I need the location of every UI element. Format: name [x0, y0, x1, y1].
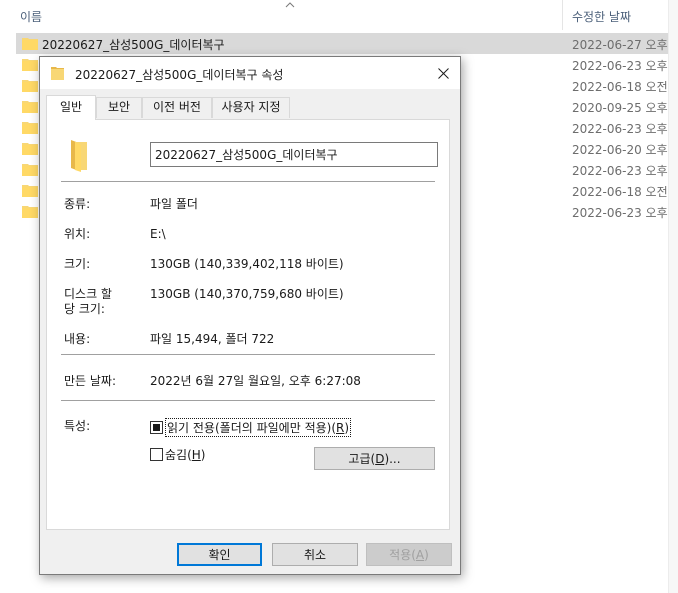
tab-previous-versions[interactable]: 이전 버전 [142, 97, 212, 118]
tab-customize[interactable]: 사용자 지정 [212, 97, 290, 118]
readonly-checkbox-label: 읽기 전용(폴더의 파일에만 적용)(R) [165, 417, 352, 437]
folder-icon [22, 185, 38, 197]
folder-icon [22, 122, 38, 134]
ok-button[interactable]: 확인 [177, 543, 262, 566]
attributes-label: 특성: [64, 419, 91, 433]
hidden-checkbox-label: 숨김(H) [165, 447, 206, 462]
column-name-header[interactable]: 이름 [20, 8, 42, 25]
location-value: E:\ [150, 227, 166, 241]
divider [61, 181, 435, 182]
file-row[interactable]: 20220627_삼성500G_데이터복구 2022-06-27 오후 [16, 33, 668, 54]
location-label: 위치: [64, 227, 91, 241]
column-header: 이름 수정한 날짜 [0, 0, 678, 30]
column-divider[interactable] [562, 0, 563, 30]
dialog-title: 20220627_삼성500G_데이터복구 속성 [75, 68, 284, 82]
file-date: 2022-06-23 오후 [572, 206, 668, 220]
tab-security[interactable]: 보안 [96, 97, 142, 118]
disk-size-value: 130GB (140,370,759,680 바이트) [150, 287, 344, 301]
disk-size-label-line1: 디스크 할 [64, 287, 112, 301]
checkbox-unchecked[interactable] [150, 447, 163, 461]
advanced-button[interactable]: 고급(D)... [314, 447, 435, 470]
folder-icon [22, 164, 38, 176]
folder-icon [22, 80, 38, 92]
folder-name-field[interactable] [150, 142, 438, 167]
apply-button[interactable]: 적용(A) [366, 543, 452, 566]
folder-icon [22, 206, 38, 218]
file-date: 2022-06-23 오후 [572, 164, 668, 178]
type-label: 종류: [64, 197, 91, 211]
file-name: 20220627_삼성500G_데이터복구 [42, 38, 225, 52]
readonly-checkbox[interactable]: 읽기 전용(폴더의 파일에만 적용)(R) [150, 417, 352, 437]
dialog-titlebar[interactable]: 20220627_삼성500G_데이터복구 속성 [40, 57, 460, 89]
file-date: 2022-06-23 오후 [572, 122, 668, 136]
size-label: 크기: [64, 257, 91, 271]
contains-label: 내용: [64, 332, 91, 346]
sort-ascending-icon [285, 2, 295, 8]
divider [61, 354, 435, 355]
file-date: 2022-06-23 오후 [572, 59, 668, 73]
file-date: 2022-06-20 오후 [572, 143, 668, 157]
checkbox-indeterminate[interactable] [150, 420, 163, 434]
file-date: 2022-06-18 오전 [572, 185, 668, 199]
file-date: 2020-09-25 오후 [572, 101, 668, 115]
close-icon [437, 67, 449, 79]
type-value: 파일 폴더 [150, 197, 198, 211]
folder-icon [51, 67, 64, 80]
folder-icon [22, 143, 38, 155]
folder-icon [22, 38, 38, 50]
folder-icon [71, 140, 87, 172]
general-panel: 종류: 파일 폴더 위치: E:\ 크기: 130GB (140,339,402… [46, 119, 450, 530]
tab-bar: 일반 보안 이전 버전 사용자 지정 [46, 95, 456, 120]
hidden-checkbox[interactable]: 숨김(H) [150, 445, 205, 463]
tab-general[interactable]: 일반 [46, 95, 96, 120]
properties-dialog: 20220627_삼성500G_데이터복구 속성 일반 보안 이전 버전 사용자… [39, 56, 461, 575]
close-button[interactable] [428, 59, 458, 87]
file-date: 2022-06-27 오후 [572, 38, 668, 52]
divider [61, 400, 435, 401]
size-value: 130GB (140,339,402,118 바이트) [150, 257, 344, 271]
folder-icon [22, 59, 38, 71]
file-date: 2022-06-18 오전 [572, 80, 668, 94]
disk-size-label-line2: 당 크기: [64, 302, 105, 316]
created-label: 만든 날짜: [64, 374, 117, 388]
contains-value: 파일 15,494, 폴더 722 [150, 332, 275, 346]
vertical-scrollbar[interactable] [668, 0, 678, 593]
cancel-button[interactable]: 취소 [272, 543, 358, 566]
column-date-header[interactable]: 수정한 날짜 [572, 8, 631, 25]
created-value: 2022년 6월 27일 월요일, 오후 6:27:08 [150, 374, 361, 388]
folder-icon [22, 101, 38, 113]
